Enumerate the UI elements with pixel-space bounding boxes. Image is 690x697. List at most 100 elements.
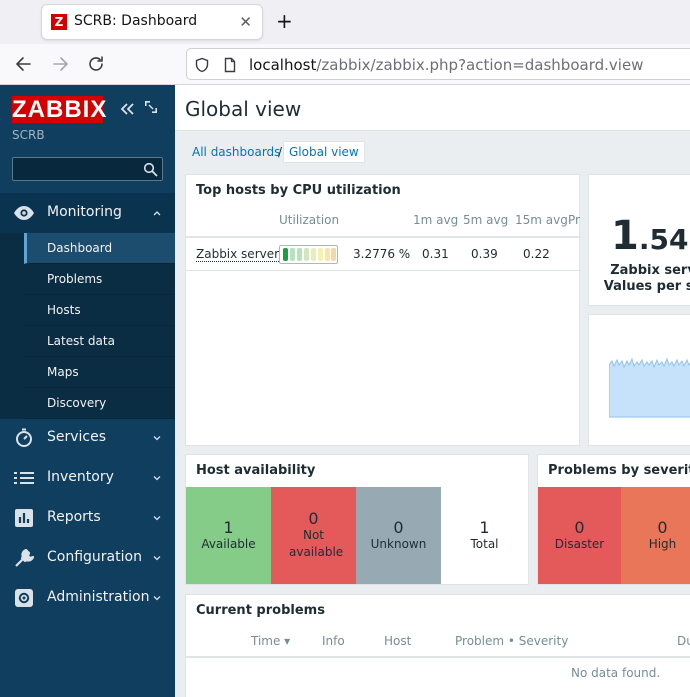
- column-header-time[interactable]: Time ▾: [251, 634, 290, 648]
- main-content: Global view All dashboards / Global view…: [175, 85, 690, 697]
- sidebar: ZABBIX SCRB Monitoring Dashboard Problem…: [0, 85, 175, 697]
- table-divider: [186, 236, 581, 238]
- submenu-item-problems[interactable]: Problems: [24, 264, 175, 295]
- collapse-sidebar-icon[interactable]: [118, 100, 136, 118]
- menu-administration-label: Administration: [47, 589, 150, 605]
- zabbix-favicon-icon: Z: [51, 14, 67, 30]
- utilization-bar-segment: [325, 248, 330, 261]
- availability-not-available[interactable]: 0 Not available: [271, 487, 356, 584]
- breadcrumb-separator: /: [278, 145, 283, 159]
- utilization-bar-segment: [311, 248, 316, 261]
- widget-item-value: 1.54 Zabbix serv Values per se: [588, 174, 690, 306]
- availability-label: Unknown: [370, 537, 427, 551]
- kiosk-mode-icon[interactable]: [144, 100, 158, 114]
- chevron-down-icon: [153, 516, 161, 521]
- server-name: SCRB: [12, 128, 45, 142]
- menu-inventory-label: Inventory: [47, 469, 114, 485]
- page-icon[interactable]: [222, 57, 238, 73]
- availability-unknown[interactable]: 0 Unknown: [356, 487, 441, 584]
- list-icon: [14, 472, 34, 484]
- eye-icon: [14, 206, 34, 220]
- availability-label: Total: [470, 537, 499, 551]
- column-header[interactable]: 15m avg: [515, 213, 568, 227]
- submenu-item-dashboard[interactable]: Dashboard: [24, 233, 175, 264]
- availability-count: 0: [393, 518, 404, 537]
- column-header[interactable]: 1m avg: [413, 213, 458, 227]
- column-header-info: Info: [322, 634, 345, 648]
- menu-monitoring-label: Monitoring: [47, 204, 122, 220]
- severity-count: 0: [657, 518, 668, 537]
- severity-disaster[interactable]: 0 Disaster: [538, 487, 621, 584]
- item-value: 1.54: [611, 213, 688, 259]
- column-header[interactable]: Pr: [568, 213, 580, 227]
- menu-administration[interactable]: Administration: [0, 578, 175, 618]
- menu-reports[interactable]: Reports: [0, 498, 175, 538]
- reload-icon[interactable]: [86, 54, 106, 74]
- stopwatch-icon: [16, 428, 32, 447]
- menu-services[interactable]: Services: [0, 418, 175, 458]
- column-header[interactable]: Utilization: [279, 213, 339, 227]
- submenu-item-latest-data[interactable]: Latest data: [24, 326, 175, 357]
- column-header-duration: Du: [677, 634, 690, 648]
- widget-host-availability: Host availability 1 Available 0 Not avai…: [185, 454, 529, 585]
- chevron-down-icon: [153, 476, 161, 481]
- widget-title: Problems by severity: [548, 463, 690, 478]
- submenu-item-label: Hosts: [47, 303, 81, 317]
- forward-arrow-icon[interactable]: [50, 54, 70, 74]
- widget-graph: [588, 314, 690, 446]
- utilization-bar-segment: [297, 248, 302, 261]
- url-text[interactable]: localhost/zabbix/zabbix.php?action=dashb…: [249, 56, 643, 74]
- shield-icon[interactable]: [194, 57, 210, 73]
- tab-title: SCRB: Dashboard: [74, 13, 198, 29]
- tab-close-icon[interactable]: ✕: [239, 13, 252, 31]
- column-header-host[interactable]: Host: [384, 634, 411, 648]
- availability-count: 1: [479, 518, 490, 537]
- menu-inventory[interactable]: Inventory: [0, 458, 175, 498]
- submenu-item-discovery[interactable]: Discovery: [24, 388, 175, 419]
- zabbix-logo[interactable]: ZABBIX: [12, 96, 106, 123]
- menu-monitoring[interactable]: Monitoring: [0, 193, 175, 233]
- menu-configuration-label: Configuration: [47, 549, 142, 565]
- breadcrumb-current[interactable]: Global view: [283, 141, 365, 163]
- menu-configuration[interactable]: Configuration: [0, 538, 175, 578]
- menu-services-label: Services: [47, 429, 107, 445]
- column-header[interactable]: 5m avg: [463, 213, 508, 227]
- browser-tab[interactable]: Z SCRB: Dashboard ✕: [41, 4, 263, 40]
- host-link[interactable]: Zabbix server: [196, 247, 280, 262]
- utilization-bar-segment: [318, 248, 323, 261]
- availability-total[interactable]: 1 Total: [442, 487, 527, 584]
- submenu-item-hosts[interactable]: Hosts: [24, 295, 175, 326]
- bar-chart-icon: [15, 509, 33, 527]
- severity-label: High: [648, 537, 677, 551]
- severity-high[interactable]: 0 High: [621, 487, 690, 584]
- chevron-down-icon: [153, 436, 161, 441]
- submenu-item-maps[interactable]: Maps: [24, 357, 175, 388]
- item-description: Zabbix serv Values per se: [598, 263, 690, 295]
- search-input[interactable]: [12, 157, 163, 181]
- url-host: localhost: [249, 56, 317, 74]
- column-header-problem[interactable]: Problem • Severity: [455, 634, 568, 648]
- back-arrow-icon[interactable]: [14, 54, 34, 74]
- availability-available[interactable]: 1 Available: [186, 487, 271, 584]
- item-value-decimal: .54: [638, 223, 689, 256]
- availability-count: 1: [223, 518, 234, 537]
- chevron-down-icon: [153, 556, 161, 561]
- avg-15m-value: 0.22: [523, 247, 550, 261]
- new-tab-icon[interactable]: +: [276, 9, 293, 33]
- breadcrumb-all-dashboards[interactable]: All dashboards: [192, 145, 280, 159]
- utilization-bar: [279, 245, 338, 264]
- submenu-item-label: Maps: [47, 365, 79, 379]
- chevron-up-icon: [153, 211, 161, 216]
- utilization-bar-segment: [331, 248, 336, 261]
- wrench-icon: [15, 548, 35, 567]
- widget-title: Top hosts by CPU utilization: [196, 183, 401, 198]
- url-bar[interactable]: localhost/zabbix/zabbix.php?action=dashb…: [186, 48, 690, 80]
- utilization-bar-segment: [283, 248, 288, 261]
- utilization-bar-segment: [304, 248, 309, 261]
- monitoring-submenu: Dashboard Problems Hosts Latest data Map…: [0, 233, 175, 419]
- avg-1m-value: 0.31: [422, 247, 449, 261]
- search-icon[interactable]: [143, 162, 158, 177]
- availability-count: 0: [308, 509, 319, 528]
- item-description-line: Values per se: [603, 279, 690, 294]
- avg-5m-value: 0.39: [471, 247, 498, 261]
